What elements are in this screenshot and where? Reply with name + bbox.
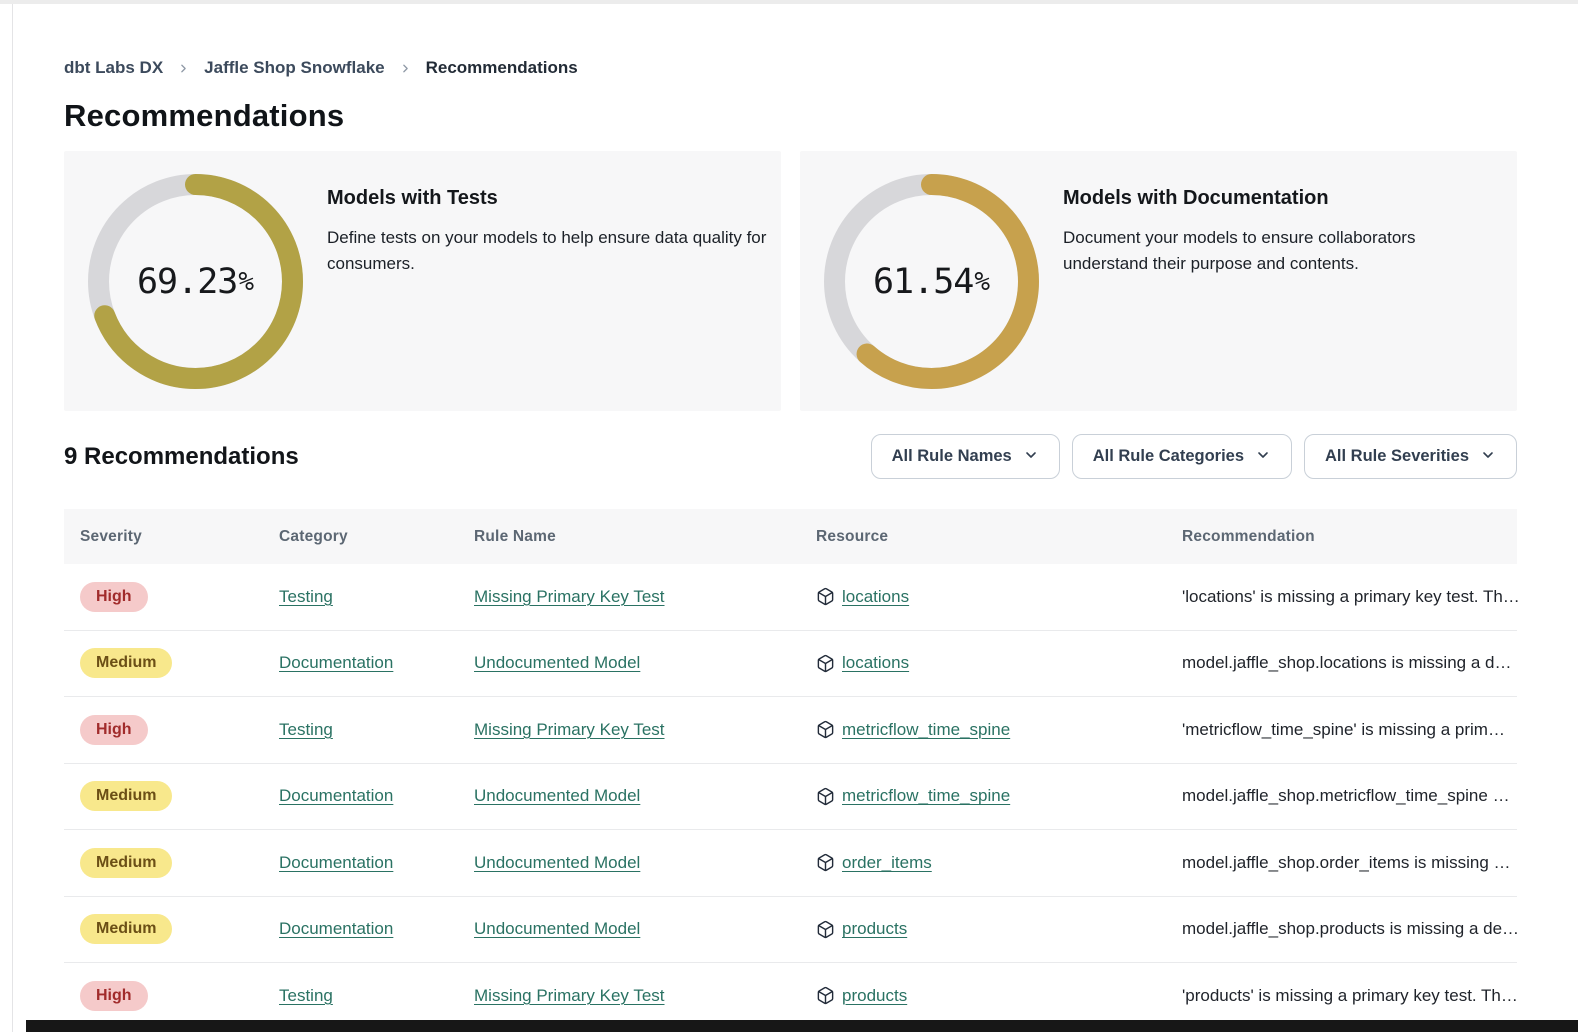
filter-dropdown[interactable]: All Rule Severities (1304, 434, 1517, 479)
table-row: High Testing Missing Primary Key Test lo… (64, 564, 1517, 631)
severity-badge: Medium (80, 848, 172, 878)
column-header-severity: Severity (64, 528, 263, 546)
chevron-right-icon (177, 62, 190, 75)
page-title: Recommendations (64, 98, 1517, 134)
column-header-category: Category (263, 528, 458, 546)
card-title: Models with Tests (327, 187, 779, 210)
card-title: Models with Documentation (1063, 187, 1435, 210)
column-header-rule-name: Rule Name (458, 528, 800, 546)
severity-badge: High (80, 582, 148, 612)
category-link[interactable]: Documentation (279, 653, 393, 673)
recommendation-text: 'locations' is missing a primary key tes… (1182, 587, 1520, 607)
column-header-resource: Resource (800, 528, 1166, 546)
recommendation-text: 'metricflow_time_spine' is missing a pri… (1182, 720, 1505, 740)
card-description: Document your models to ensure collabora… (1063, 225, 1435, 278)
recommendation-text: model.jaffle_shop.products is missing a … (1182, 919, 1519, 939)
metric-cards: 69.23% Models with Tests Define tests on… (64, 151, 1517, 411)
bottom-screen-edge (26, 1020, 1578, 1032)
model-cube-icon (816, 587, 835, 606)
docs-donut-chart: 61.54% (824, 174, 1039, 389)
model-cube-icon (816, 920, 835, 939)
docs-percentage: 61.54% (824, 174, 1039, 389)
resource-link[interactable]: metricflow_time_spine (842, 720, 1010, 740)
panel-left-divider (12, 4, 13, 1032)
breadcrumb-current: Recommendations (426, 58, 578, 78)
rule-name-link[interactable]: Undocumented Model (474, 786, 640, 806)
filter-dropdown[interactable]: All Rule Names (871, 434, 1060, 479)
chevron-down-icon (1023, 446, 1039, 468)
breadcrumb: dbt Labs DX Jaffle Shop Snowflake Recomm… (64, 58, 1517, 78)
severity-badge: High (80, 715, 148, 745)
chevron-down-icon (1255, 446, 1271, 468)
tests-donut-chart: 69.23% (88, 174, 303, 389)
model-cube-icon (816, 787, 835, 806)
recommendation-text: model.jaffle_shop.order_items is missing… (1182, 853, 1511, 873)
category-link[interactable]: Testing (279, 986, 333, 1006)
resource-link[interactable]: products (842, 986, 907, 1006)
chevron-right-icon (399, 62, 412, 75)
model-cube-icon (816, 720, 835, 739)
table-row: High Testing Missing Primary Key Test me… (64, 697, 1517, 764)
severity-badge: High (80, 981, 148, 1011)
card-description: Define tests on your models to help ensu… (327, 225, 779, 278)
category-link[interactable]: Testing (279, 587, 333, 607)
resource-link[interactable]: locations (842, 653, 909, 673)
severity-badge: Medium (80, 914, 172, 944)
category-link[interactable]: Documentation (279, 919, 393, 939)
table-body: High Testing Missing Primary Key Test lo… (64, 564, 1517, 1030)
chevron-down-icon (1480, 446, 1496, 468)
filter-bar: All Rule Names All Rule Categories All R… (871, 434, 1517, 479)
table-row: Medium Documentation Undocumented Model … (64, 897, 1517, 964)
model-cube-icon (816, 853, 835, 872)
model-cube-icon (816, 654, 835, 673)
resource-link[interactable]: products (842, 919, 907, 939)
category-link[interactable]: Documentation (279, 786, 393, 806)
tests-percentage: 69.23% (88, 174, 303, 389)
table-row: Medium Documentation Undocumented Model … (64, 830, 1517, 897)
table-row: Medium Documentation Undocumented Model … (64, 764, 1517, 831)
models-with-documentation-card: 61.54% Models with Documentation Documen… (800, 151, 1517, 411)
rule-name-link[interactable]: Missing Primary Key Test (474, 587, 665, 607)
table-row: Medium Documentation Undocumented Model … (64, 631, 1517, 698)
rule-name-link[interactable]: Missing Primary Key Test (474, 720, 665, 740)
breadcrumb-project[interactable]: dbt Labs DX (64, 58, 163, 78)
list-header: 9 Recommendations All Rule Names All Rul… (64, 434, 1517, 479)
resource-link[interactable]: metricflow_time_spine (842, 786, 1010, 806)
resource-link[interactable]: locations (842, 587, 909, 607)
rule-name-link[interactable]: Missing Primary Key Test (474, 986, 665, 1006)
breadcrumb-environment[interactable]: Jaffle Shop Snowflake (204, 58, 384, 78)
resource-link[interactable]: order_items (842, 853, 932, 873)
recommendation-text: model.jaffle_shop.metricflow_time_spine … (1182, 786, 1510, 806)
models-with-tests-card: 69.23% Models with Tests Define tests on… (64, 151, 781, 411)
rule-name-link[interactable]: Undocumented Model (474, 919, 640, 939)
category-link[interactable]: Testing (279, 720, 333, 740)
severity-badge: Medium (80, 648, 172, 678)
recommendations-count: 9 Recommendations (64, 443, 299, 471)
rule-name-link[interactable]: Undocumented Model (474, 653, 640, 673)
table-header-row: Severity Category Rule Name Resource Rec… (64, 509, 1517, 564)
recommendation-text: model.jaffle_shop.locations is missing a… (1182, 653, 1511, 673)
rule-name-link[interactable]: Undocumented Model (474, 853, 640, 873)
model-cube-icon (816, 986, 835, 1005)
recommendation-text: 'products' is missing a primary key test… (1182, 986, 1518, 1006)
category-link[interactable]: Documentation (279, 853, 393, 873)
recommendations-table: Severity Category Rule Name Resource Rec… (64, 509, 1517, 1030)
filter-dropdown[interactable]: All Rule Categories (1072, 434, 1292, 479)
recommendations-page: dbt Labs DX Jaffle Shop Snowflake Recomm… (64, 0, 1517, 1030)
severity-badge: Medium (80, 781, 172, 811)
column-header-recommendation: Recommendation (1166, 528, 1517, 546)
